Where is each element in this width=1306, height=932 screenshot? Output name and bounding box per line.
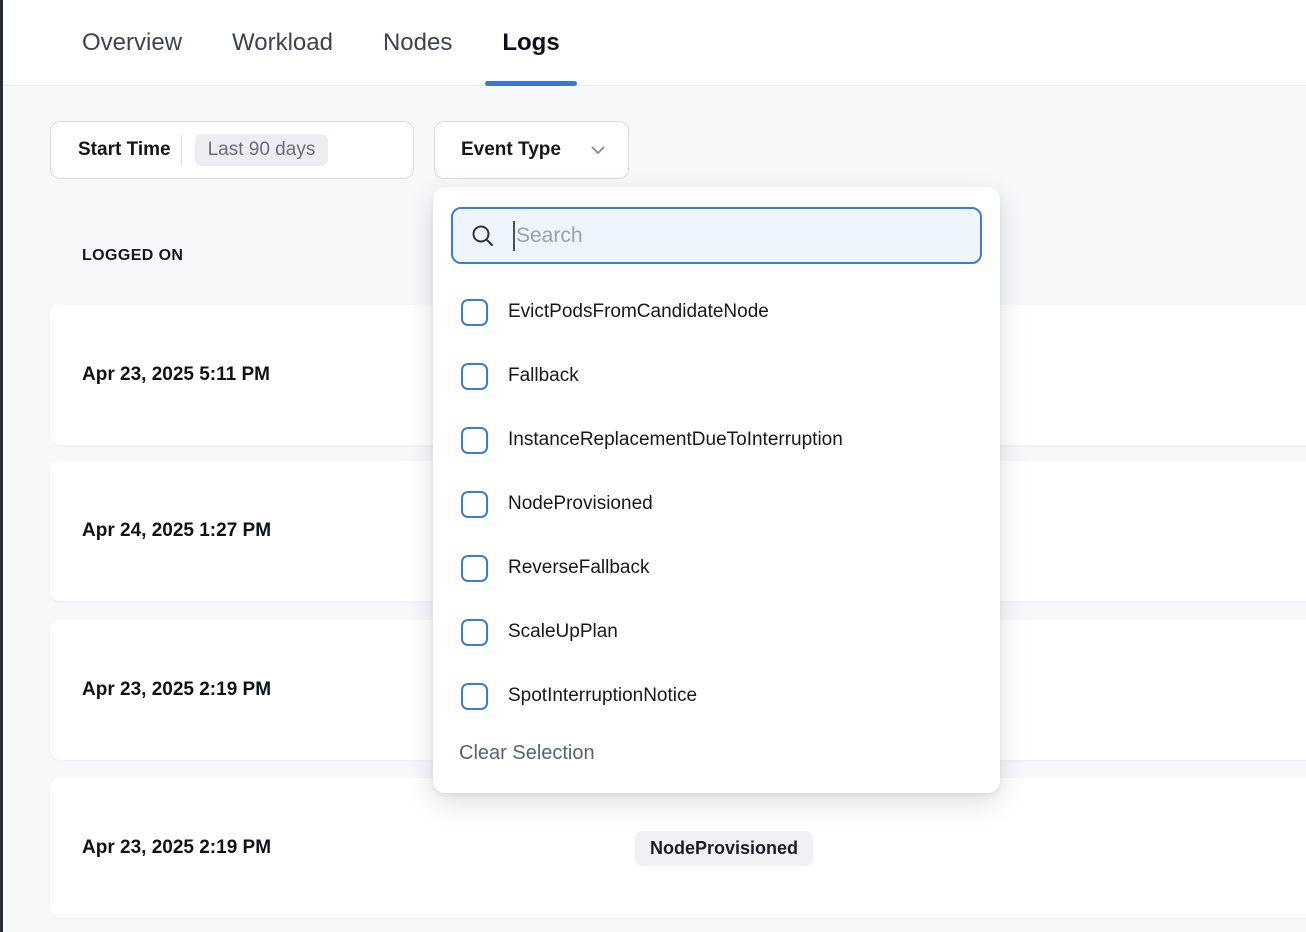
option-label: NodeProvisioned — [508, 493, 653, 515]
checkbox-unchecked[interactable] — [461, 555, 488, 582]
option-label: InstanceReplacementDueToInterruption — [508, 429, 843, 451]
event-type-dropdown-panel: EvictPodsFromCandidateNode Fallback Inst… — [433, 187, 1000, 793]
checkbox-unchecked[interactable] — [461, 427, 488, 454]
clear-selection-button[interactable]: Clear Selection — [459, 742, 982, 765]
active-tab-underline — [485, 81, 576, 86]
filter-divider — [181, 135, 182, 165]
logged-on-cell: Apr 23, 2025 2:19 PM — [82, 837, 635, 859]
option-reversefallback[interactable]: ReverseFallback — [461, 536, 982, 600]
option-evictpodsfromcandidatenode[interactable]: EvictPodsFromCandidateNode — [461, 280, 982, 344]
option-label: SpotInterruptionNotice — [508, 685, 697, 707]
search-input[interactable] — [516, 224, 966, 248]
option-instancereplacementduetointerruption[interactable]: InstanceReplacementDueToInterruption — [461, 408, 982, 472]
tab-workload-label: Workload — [232, 29, 333, 57]
option-fallback[interactable]: Fallback — [461, 344, 982, 408]
option-scaleupplan[interactable]: ScaleUpPlan — [461, 600, 982, 664]
option-label: Fallback — [508, 365, 579, 387]
column-header-logged-on: LOGGED ON — [82, 247, 183, 265]
tab-logs-label: Logs — [502, 29, 559, 57]
tab-logs[interactable]: Logs — [485, 0, 576, 85]
option-label: ReverseFallback — [508, 557, 650, 579]
checkbox-unchecked[interactable] — [461, 491, 488, 518]
option-nodeprovisioned[interactable]: NodeProvisioned — [461, 472, 982, 536]
event-type-badge: NodeProvisioned — [635, 831, 813, 866]
tab-overview[interactable]: Overview — [65, 0, 199, 85]
event-type-filter-button[interactable]: Event Type — [434, 121, 629, 179]
checkbox-unchecked[interactable] — [461, 619, 488, 646]
tab-nodes[interactable]: Nodes — [366, 0, 469, 85]
event-type-label: Event Type — [461, 139, 561, 161]
search-icon — [470, 223, 496, 249]
checkbox-unchecked[interactable] — [461, 363, 488, 390]
dropdown-search-box[interactable] — [451, 207, 982, 264]
start-time-value-pill: Last 90 days — [195, 134, 329, 166]
option-spotinterruptionnotice[interactable]: SpotInterruptionNotice — [461, 664, 982, 728]
logs-page: Start Time Last 90 days Event Type LOGGE… — [0, 87, 1306, 932]
app-left-edge — [0, 0, 3, 932]
start-time-filter-button[interactable]: Start Time Last 90 days — [50, 121, 414, 179]
tab-overview-label: Overview — [82, 29, 182, 57]
tab-bar: Overview Workload Nodes Logs — [0, 0, 1306, 85]
option-label: ScaleUpPlan — [508, 621, 618, 643]
option-label: EvictPodsFromCandidateNode — [508, 301, 769, 323]
tab-nodes-label: Nodes — [383, 29, 452, 57]
chevron-down-icon — [588, 140, 608, 160]
event-type-option-list: EvictPodsFromCandidateNode Fallback Inst… — [451, 280, 982, 728]
text-cursor — [513, 221, 515, 251]
checkbox-unchecked[interactable] — [461, 683, 488, 710]
tab-header: Overview Workload Nodes Logs — [0, 0, 1306, 86]
tab-workload[interactable]: Workload — [215, 0, 350, 85]
start-time-label: Start Time — [78, 139, 171, 161]
checkbox-unchecked[interactable] — [461, 299, 488, 326]
log-row[interactable]: Apr 23, 2025 2:19 PM NodeProvisioned — [50, 778, 1306, 918]
